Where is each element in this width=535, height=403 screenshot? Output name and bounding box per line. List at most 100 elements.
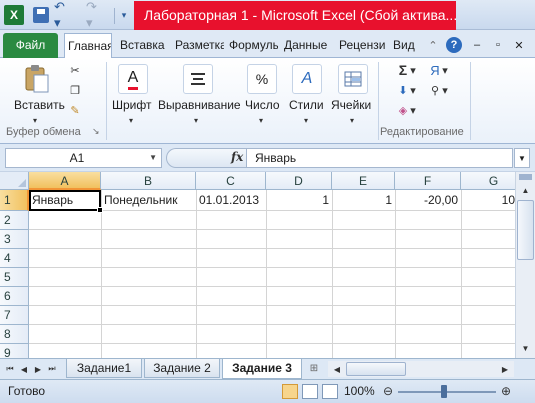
- undo-icon[interactable]: ↶ ▾: [54, 0, 74, 30]
- scroll-right-icon[interactable]: ▶: [498, 361, 512, 377]
- number-dropdown-icon[interactable]: ▾: [259, 116, 263, 125]
- cell-e1[interactable]: 1: [332, 190, 395, 210]
- tab-review[interactable]: Рецензи: [336, 33, 387, 58]
- scroll-left-icon[interactable]: ◀: [330, 361, 344, 377]
- horizontal-scrollbar[interactable]: ◀ ▶: [328, 361, 514, 377]
- worksheet-grid[interactable]: A B C D E F G 1 2 3 4 5 6 7 8 9 Январь П…: [0, 172, 535, 358]
- cells-icon[interactable]: [338, 64, 368, 94]
- cells-dropdown-icon[interactable]: ▾: [350, 116, 354, 125]
- cell-c1[interactable]: 01.01.2013: [196, 190, 266, 210]
- doc-minimize-icon[interactable]: –: [469, 37, 485, 53]
- alignment-icon[interactable]: [183, 64, 213, 94]
- number-button[interactable]: Число: [245, 98, 280, 112]
- clipboard-launcher-icon[interactable]: ↘: [92, 126, 100, 137]
- formula-input[interactable]: Январь: [246, 148, 513, 168]
- doc-close-icon[interactable]: ✕: [511, 37, 527, 53]
- column-header-f[interactable]: F: [395, 172, 461, 190]
- expand-formula-bar-icon[interactable]: ▼: [514, 148, 530, 168]
- minimize-ribbon-icon[interactable]: ⌃: [425, 37, 441, 53]
- column-header-c[interactable]: C: [196, 172, 266, 190]
- tab-formulas[interactable]: Формулы: [226, 33, 278, 58]
- autosum-dropdown-icon[interactable]: ▾: [408, 62, 418, 78]
- row-header-9[interactable]: 9: [0, 344, 29, 358]
- sort-dropdown-icon[interactable]: ▾: [440, 62, 450, 78]
- alignment-dropdown-icon[interactable]: ▾: [194, 116, 198, 125]
- styles-icon[interactable]: A: [292, 64, 322, 94]
- page-layout-view-icon[interactable]: [302, 384, 318, 399]
- vertical-scrollbar[interactable]: ▲ ▼: [515, 172, 535, 358]
- row-header-3[interactable]: 3: [0, 230, 29, 249]
- cell-b1[interactable]: Понедельник: [101, 190, 196, 210]
- save-icon[interactable]: [33, 7, 49, 23]
- doc-restore-icon[interactable]: ▫: [490, 37, 506, 53]
- format-painter-icon[interactable]: ✎: [66, 102, 84, 118]
- column-header-b[interactable]: B: [101, 172, 196, 190]
- zoom-slider[interactable]: [398, 391, 496, 393]
- row-header-7[interactable]: 7: [0, 306, 29, 325]
- tab-view[interactable]: Вид: [390, 33, 418, 58]
- sheet-tabs-bar: ⏮ ◀ ▶ ⏭ Задание1 Задание 2 Задание 3 ⊞ ◀…: [0, 358, 535, 379]
- copy-icon[interactable]: ❐: [66, 82, 84, 98]
- cell-d1[interactable]: 1: [266, 190, 332, 210]
- zoom-level[interactable]: 100%: [344, 384, 375, 398]
- next-sheet-icon[interactable]: ▶: [32, 362, 44, 376]
- name-box[interactable]: A1 ▼: [5, 148, 162, 168]
- column-header-e[interactable]: E: [332, 172, 395, 190]
- tab-page-layout[interactable]: Разметка: [172, 33, 224, 58]
- select-all-corner[interactable]: [0, 172, 29, 190]
- cell-f1[interactable]: -20,00: [395, 190, 461, 210]
- row-header-4[interactable]: 4: [0, 249, 29, 268]
- insert-sheet-icon[interactable]: ⊞: [305, 361, 323, 376]
- number-format-icon[interactable]: %: [247, 64, 277, 94]
- row-header-6[interactable]: 6: [0, 287, 29, 306]
- redo-icon[interactable]: ↷ ▾: [86, 0, 106, 30]
- clear-dropdown-icon[interactable]: ▾: [408, 102, 418, 118]
- scroll-up-icon[interactable]: ▲: [517, 182, 534, 198]
- tab-home[interactable]: Главная: [64, 33, 112, 58]
- cells-button[interactable]: Ячейки: [331, 98, 371, 112]
- column-header-a[interactable]: A: [29, 172, 101, 190]
- excel-app-icon[interactable]: X: [4, 5, 24, 25]
- column-header-d[interactable]: D: [266, 172, 332, 190]
- font-icon[interactable]: A: [118, 64, 148, 94]
- name-box-dropdown-icon[interactable]: ▼: [149, 149, 157, 167]
- font-dropdown-icon[interactable]: ▾: [129, 116, 133, 125]
- cut-icon[interactable]: ✂: [66, 62, 84, 78]
- sheet-tab-2[interactable]: Задание 2: [144, 359, 220, 378]
- row-header-1[interactable]: 1: [0, 190, 29, 211]
- tab-data[interactable]: Данные: [281, 33, 333, 58]
- styles-dropdown-icon[interactable]: ▾: [304, 116, 308, 125]
- customize-quick-access-icon[interactable]: ▾: [118, 5, 130, 25]
- tab-file[interactable]: Файл: [3, 33, 58, 58]
- zoom-in-icon[interactable]: ⊕: [499, 384, 513, 398]
- paste-dropdown-icon[interactable]: ▾: [33, 116, 37, 125]
- insert-function-icon[interactable]: fx: [231, 150, 243, 164]
- split-handle[interactable]: [519, 174, 532, 180]
- row-header-5[interactable]: 5: [0, 268, 29, 287]
- scroll-down-icon[interactable]: ▼: [517, 340, 534, 356]
- page-break-view-icon[interactable]: [322, 384, 338, 399]
- fill-handle[interactable]: [97, 207, 103, 213]
- cell-g1[interactable]: 10: [461, 190, 515, 210]
- last-sheet-icon[interactable]: ⏭: [46, 362, 58, 376]
- paste-icon[interactable]: [22, 64, 52, 94]
- alignment-button[interactable]: Выравнивание: [158, 98, 241, 112]
- tab-insert[interactable]: Вставка: [117, 33, 169, 58]
- zoom-out-icon[interactable]: ⊖: [381, 384, 395, 398]
- horizontal-scroll-thumb[interactable]: [346, 362, 406, 376]
- row-header-2[interactable]: 2: [0, 211, 29, 230]
- zoom-slider-thumb[interactable]: [441, 385, 447, 398]
- vertical-scroll-thumb[interactable]: [517, 200, 534, 260]
- styles-button[interactable]: Стили: [289, 98, 324, 112]
- fill-dropdown-icon[interactable]: ▾: [408, 82, 418, 98]
- font-button[interactable]: Шрифт: [112, 98, 151, 112]
- help-icon[interactable]: ?: [446, 37, 462, 53]
- paste-button[interactable]: Вставить: [14, 98, 65, 112]
- first-sheet-icon[interactable]: ⏮: [4, 362, 16, 376]
- find-dropdown-icon[interactable]: ▾: [440, 82, 450, 98]
- sheet-tab-1[interactable]: Задание1: [66, 359, 142, 378]
- prev-sheet-icon[interactable]: ◀: [18, 362, 30, 376]
- normal-view-icon[interactable]: [282, 384, 298, 399]
- sheet-tab-3[interactable]: Задание 3: [222, 359, 302, 379]
- row-header-8[interactable]: 8: [0, 325, 29, 344]
